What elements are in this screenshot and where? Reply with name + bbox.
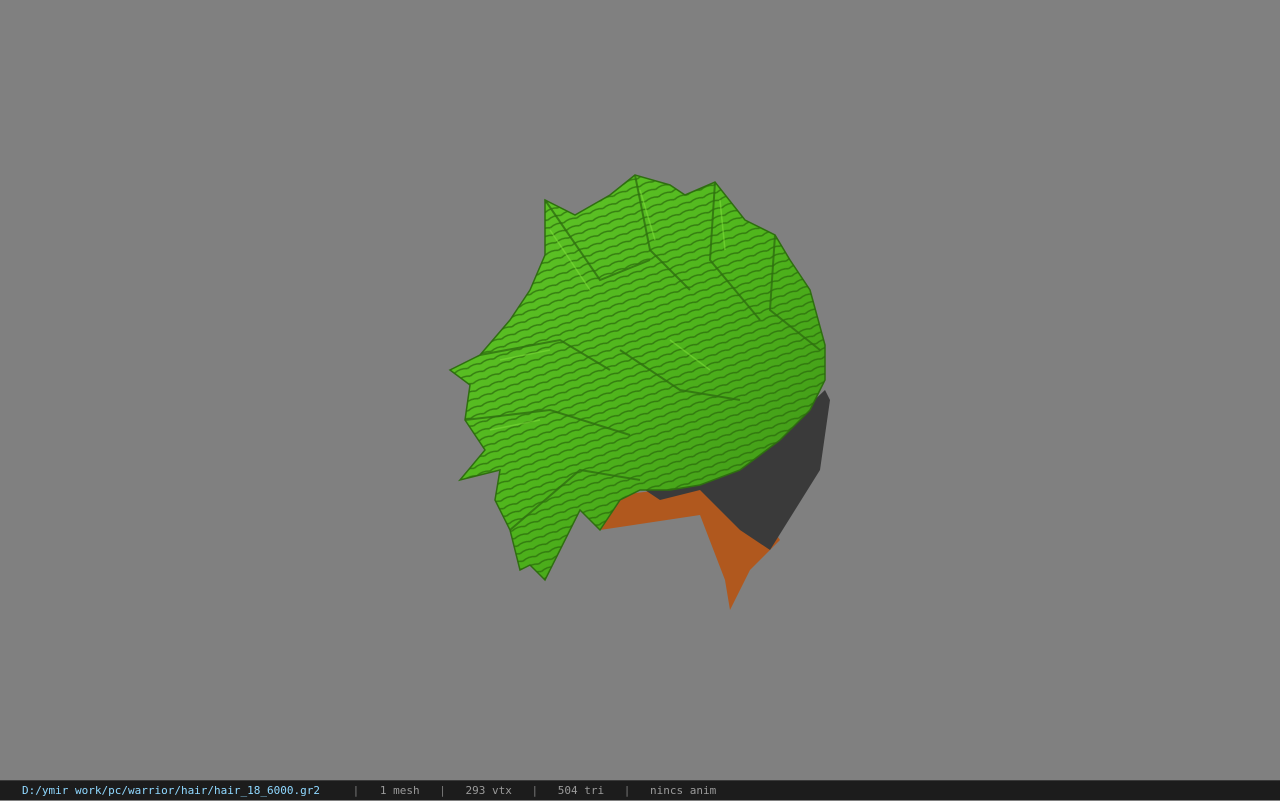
status-vertex-count: 293 vtx <box>465 784 512 797</box>
3d-viewport[interactable] <box>0 0 1280 780</box>
status-separator: | <box>439 784 446 797</box>
status-bar: D:/ymir work/pc/warrior/hair/hair_18_600… <box>0 780 1280 800</box>
status-separator: | <box>531 784 539 797</box>
status-separator: | <box>623 784 631 797</box>
hair-model-render <box>448 174 830 610</box>
status-triangle-count: 504 tri <box>557 784 605 797</box>
status-file-path: D:/ymir work/pc/warrior/hair/hair_18_600… <box>22 784 321 797</box>
status-separator: | <box>352 784 360 797</box>
status-mesh-count: 1 mesh <box>379 784 420 797</box>
status-anim: nincs anim <box>649 784 717 797</box>
